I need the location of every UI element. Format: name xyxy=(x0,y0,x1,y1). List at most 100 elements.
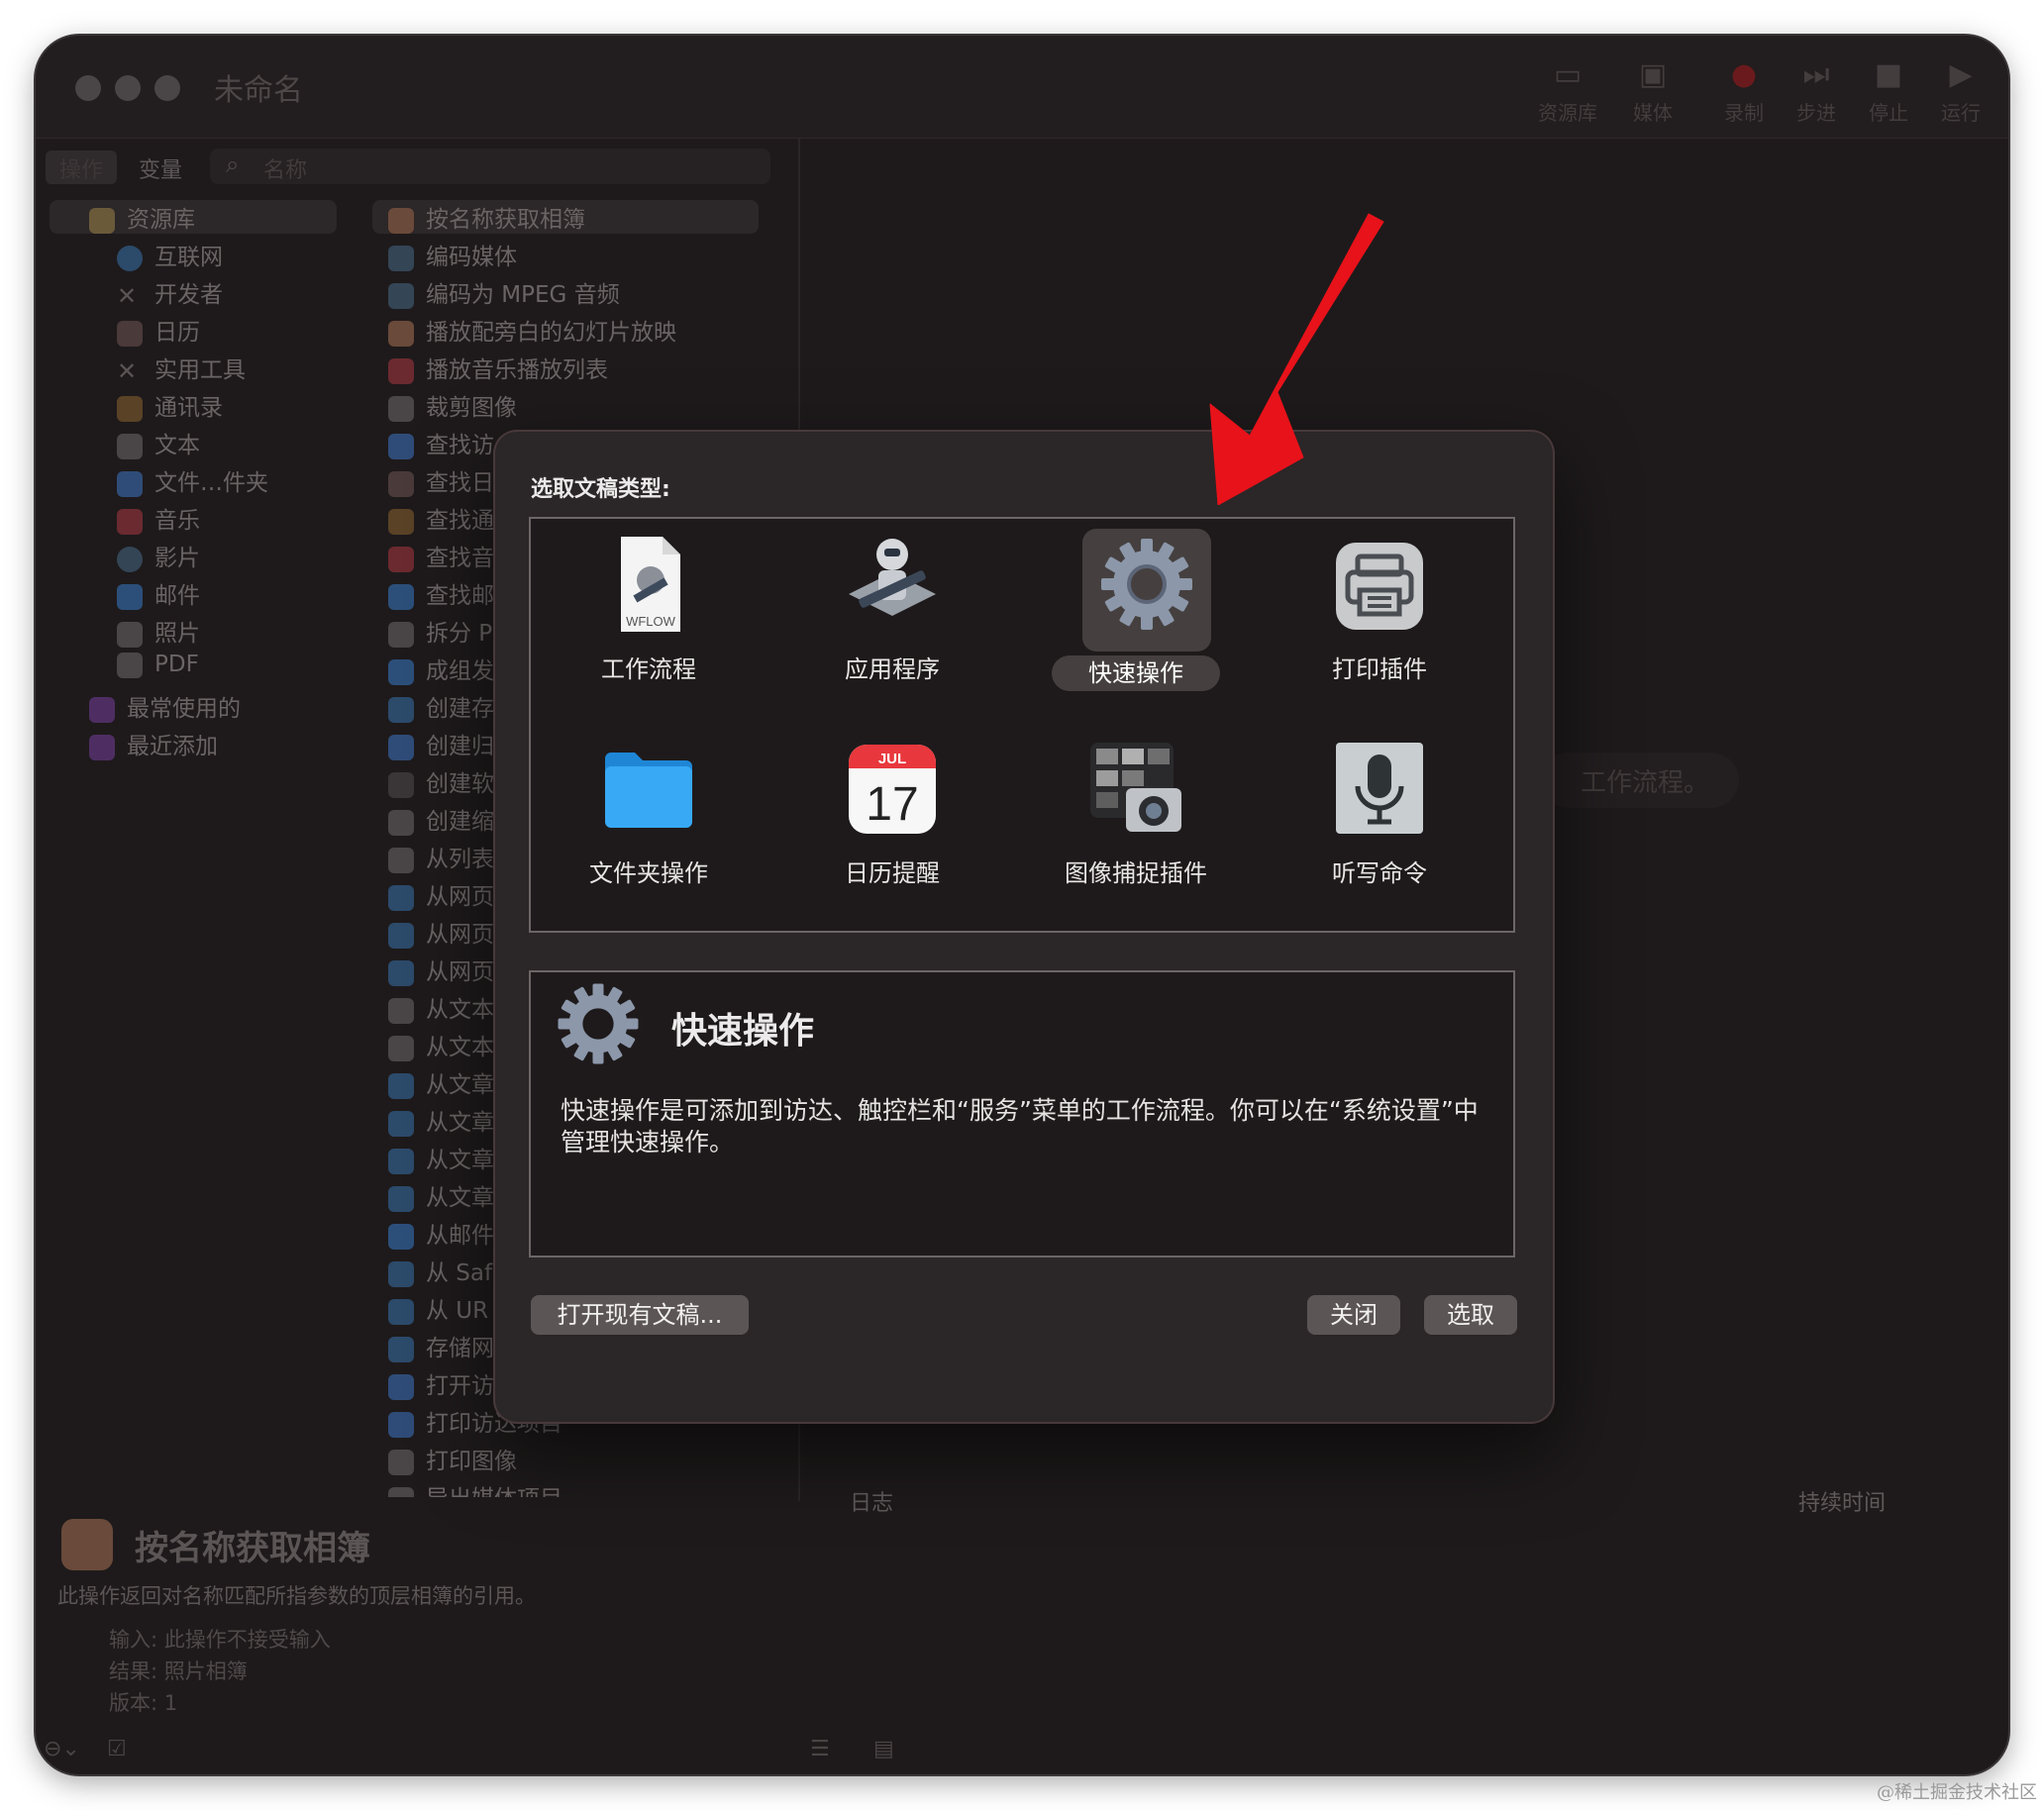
action-item[interactable]: 播放配旁白的幻灯片放映 xyxy=(372,313,676,347)
description-toggle-icon[interactable]: ☑ xyxy=(107,1737,127,1761)
action-item-label: 成组发 xyxy=(426,658,494,684)
action-item[interactable]: 编码为 MPEG 音频 xyxy=(372,275,620,309)
type-application[interactable]: 应用程序 xyxy=(778,527,1006,725)
action-item[interactable]: 从 Saf xyxy=(372,1254,492,1287)
library-item-internet[interactable]: 互联网 xyxy=(117,238,223,271)
library-item-calendar[interactable]: 日历 xyxy=(117,313,200,347)
action-item[interactable]: 按名称获取相簿 xyxy=(372,200,759,234)
library-item-mail[interactable]: 邮件 xyxy=(117,576,200,610)
action-item[interactable]: 从邮件 xyxy=(372,1216,494,1250)
action-item[interactable]: 从文章 xyxy=(372,1103,494,1137)
tab-actions[interactable]: 操作 xyxy=(46,151,118,184)
action-item[interactable]: 从文本 xyxy=(372,990,494,1024)
choose-button[interactable]: 选取 xyxy=(1424,1295,1517,1335)
library-toolbar-button[interactable]: ▭ 资源库 xyxy=(1533,57,1602,126)
action-item[interactable]: 查找访 xyxy=(372,426,494,459)
action-item[interactable]: 从 UR xyxy=(372,1291,488,1325)
type-calendar-alarm[interactable]: JUL 17 日历提醒 xyxy=(778,731,1006,929)
action-item[interactable]: 从文章 xyxy=(372,1065,494,1099)
tab-variables[interactable]: 变量 xyxy=(125,151,196,184)
stop-toolbar-button[interactable]: ■ 停止 xyxy=(1854,57,1923,126)
library-item-text[interactable]: 文本 xyxy=(117,426,200,459)
action-item[interactable]: 从网页 xyxy=(372,877,494,911)
printer-icon xyxy=(1336,543,1423,630)
action-icon xyxy=(388,470,414,497)
step-toolbar-button[interactable]: ⏭ 步进 xyxy=(1782,57,1851,126)
action-item[interactable]: 从列表 xyxy=(372,840,494,873)
zoom-window-button[interactable] xyxy=(154,75,180,101)
library-item-developer[interactable]: ✕ 开发者 xyxy=(117,275,223,309)
split-view-icon[interactable]: ▤ xyxy=(873,1737,894,1761)
library-item-music[interactable]: 音乐 xyxy=(117,501,200,535)
action-icon xyxy=(388,809,414,836)
action-item[interactable]: 编码媒体 xyxy=(372,238,517,271)
library-item-photos[interactable]: 照片 xyxy=(117,614,200,648)
library-root[interactable]: 资源库 xyxy=(50,200,337,234)
library-root-label: 资源库 xyxy=(127,207,195,233)
library-group-recent[interactable]: 最近添加 xyxy=(89,727,218,760)
type-image-capture-plugin-label: 图像捕捉插件 xyxy=(1065,859,1207,887)
music-icon xyxy=(117,508,143,535)
action-item[interactable]: 从文章 xyxy=(372,1178,494,1212)
action-item[interactable]: 裁剪图像 xyxy=(372,388,517,422)
library-item-files[interactable]: 文件…件夹 xyxy=(117,463,268,497)
action-item[interactable]: 播放音乐播放列表 xyxy=(372,351,608,384)
action-item[interactable]: 从文本 xyxy=(372,1028,494,1061)
action-item[interactable]: 创建软 xyxy=(372,764,494,798)
close-window-button[interactable] xyxy=(75,75,101,101)
action-item[interactable]: 存储网 xyxy=(372,1329,494,1362)
action-item-label: 打印图像 xyxy=(426,1449,517,1474)
minimize-window-button[interactable] xyxy=(115,75,141,101)
action-item[interactable]: 创建归 xyxy=(372,727,494,760)
open-existing-button[interactable]: 打开现有文稿... xyxy=(531,1295,749,1335)
action-item[interactable]: 从文章 xyxy=(372,1141,494,1174)
library-item-utilities[interactable]: ✕ 实用工具 xyxy=(117,351,246,384)
library-group-most-used[interactable]: 最常使用的 xyxy=(89,689,241,723)
action-menu-icon[interactable]: ⊖⌄ xyxy=(44,1737,80,1761)
action-item-label: 裁剪图像 xyxy=(426,395,517,421)
media-toolbar-button[interactable]: ▣ 媒体 xyxy=(1618,57,1687,126)
duration-column-header[interactable]: 持续时间 xyxy=(1798,1485,1886,1517)
type-quick-action[interactable]: 快速操作 xyxy=(1022,527,1250,725)
record-toolbar-button[interactable]: ● 录制 xyxy=(1709,57,1779,126)
info-description: 快速操作是可添加到访达、触控栏和“服务”菜单的工作流程。你可以在“系统设置”中管… xyxy=(561,1096,1479,1156)
library-item-label: 音乐 xyxy=(154,508,200,534)
action-item-label: 从文章 xyxy=(426,1148,494,1173)
calendar-icon: JUL 17 xyxy=(849,745,936,834)
list-view-icon[interactable]: ☰ xyxy=(810,1737,830,1761)
type-folder-action[interactable]: 文件夹操作 xyxy=(535,731,763,929)
action-item[interactable]: 查找日 xyxy=(372,463,494,497)
type-workflow[interactable]: WFLOW 工作流程 xyxy=(535,527,763,725)
run-toolbar-button[interactable]: ▶ 运行 xyxy=(1926,57,1995,126)
action-item[interactable]: 查找邮 xyxy=(372,576,494,610)
detail-description: 此操作返回对名称匹配所指参数的顶层相簿的引用。 xyxy=(57,1584,536,1608)
search-input[interactable]: ⌕ 名称 xyxy=(210,149,770,184)
type-image-capture-plugin[interactable]: 图像捕捉插件 xyxy=(1022,731,1250,929)
action-item[interactable]: 创建缩 xyxy=(372,802,494,836)
log-column-header[interactable]: 日志 xyxy=(850,1485,893,1517)
action-icon xyxy=(388,433,414,459)
action-item[interactable]: 导出媒体项目 xyxy=(372,1479,562,1497)
action-item[interactable]: 成组发 xyxy=(372,652,494,685)
close-button[interactable]: 关闭 xyxy=(1307,1295,1400,1335)
action-item[interactable]: 打印图像 xyxy=(372,1442,517,1475)
action-icon xyxy=(388,395,414,422)
type-dictation-command[interactable]: 听写命令 xyxy=(1266,731,1493,929)
action-item[interactable]: 查找通 xyxy=(372,501,494,535)
action-item[interactable]: 从网页 xyxy=(372,953,494,986)
workflow-hint: 工作流程。 xyxy=(1541,753,1739,808)
library-item-movies[interactable]: 影片 xyxy=(117,539,200,572)
action-item[interactable]: 从网页 xyxy=(372,915,494,949)
wflow-badge: WFLOW xyxy=(626,614,676,629)
action-item[interactable]: 查找音 xyxy=(372,539,494,572)
action-icon xyxy=(388,1411,414,1438)
action-item[interactable]: 创建存 xyxy=(372,689,494,723)
action-item[interactable]: 拆分 P xyxy=(372,614,492,648)
action-icon xyxy=(388,207,414,234)
action-icon xyxy=(388,1373,414,1400)
type-print-plugin[interactable]: 打印插件 xyxy=(1266,527,1493,725)
library-item-pdf[interactable]: PDF xyxy=(117,652,199,685)
action-item-label: 拆分 P xyxy=(426,621,493,647)
library-item-contacts[interactable]: 通讯录 xyxy=(117,388,223,422)
calendar-day: 17 xyxy=(866,778,918,831)
